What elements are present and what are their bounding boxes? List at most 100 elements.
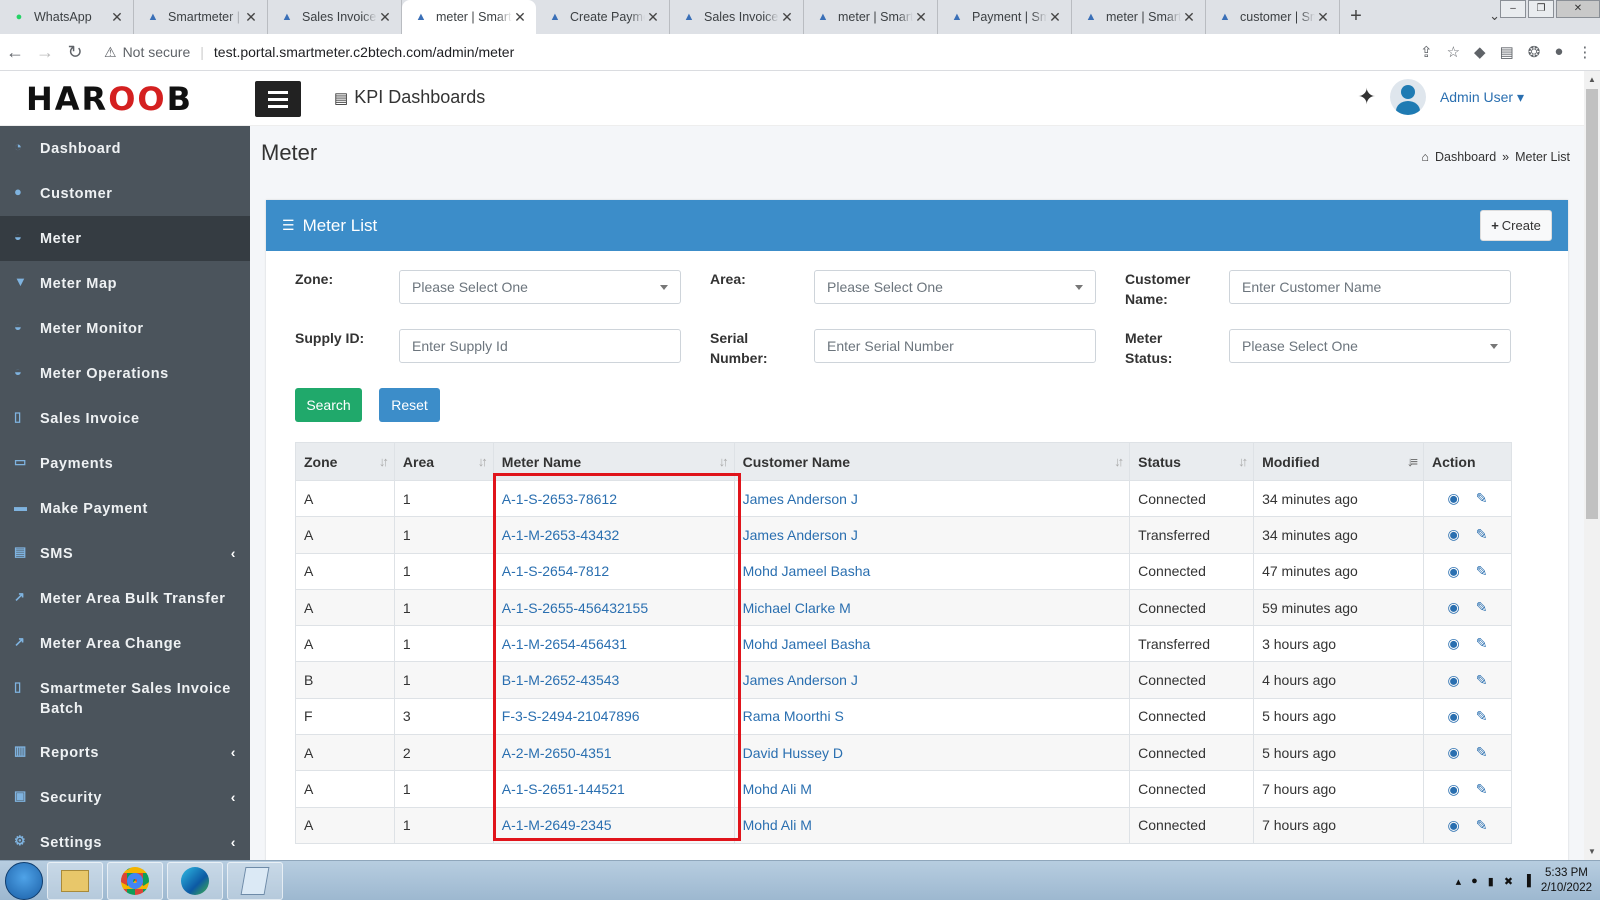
url-text[interactable]: test.portal.smartmeter.c2btech.com/admin… (214, 44, 514, 60)
sidebar-item-reports[interactable]: ▥ Reports ‹ (0, 730, 250, 775)
customer-name-field[interactable] (1229, 270, 1511, 304)
browser-tab[interactable]: ● WhatsApp ✕ (0, 0, 134, 34)
zone-select[interactable]: Please Select One (399, 270, 681, 304)
kpi-dashboards-link[interactable]: ▤ KPI Dashboards (334, 87, 485, 108)
meter-name-link[interactable]: A-1-S-2654-7812 (502, 563, 609, 579)
close-icon[interactable]: ✕ (913, 9, 929, 26)
close-icon[interactable]: ✕ (1181, 9, 1197, 26)
serial-number-field[interactable] (814, 329, 1096, 363)
view-eye-icon[interactable]: ◉ (1448, 526, 1460, 542)
browser-tab[interactable]: ▲ customer | Sm ✕ (1206, 0, 1340, 34)
customer-name-link[interactable]: Mohd Ali M (743, 781, 812, 797)
view-eye-icon[interactable]: ◉ (1448, 672, 1460, 688)
omnibox[interactable]: ⚠ Not secure | test.portal.smartmeter.c2… (104, 38, 1412, 66)
area-select[interactable]: Please Select One (814, 270, 1096, 304)
notepad-icon[interactable] (227, 861, 283, 900)
customer-name-link[interactable]: Mohd Ali M (743, 817, 812, 833)
signal-icon[interactable]: ▐ (1523, 875, 1531, 887)
breadcrumb-dashboard[interactable]: Dashboard (1435, 150, 1496, 164)
close-icon[interactable]: ✕ (1315, 9, 1331, 26)
edit-icon[interactable]: ✎ (1476, 635, 1488, 651)
meter-name-link[interactable]: A-1-S-2655-456432155 (502, 600, 648, 616)
customer-name-link[interactable]: James Anderson J (743, 672, 858, 688)
close-icon[interactable]: ✕ (645, 9, 661, 26)
tray-app-icon[interactable]: ● (1471, 875, 1478, 887)
browser-menu-icon[interactable]: ⋮ (1577, 43, 1592, 61)
customer-name-link[interactable]: Rama Moorthi S (743, 708, 844, 724)
edit-icon[interactable]: ✎ (1476, 817, 1488, 833)
sidebar-item-meter[interactable]: ◒ Meter (0, 216, 250, 261)
col-status[interactable]: Status ↓↑ (1129, 442, 1255, 481)
meter-name-link[interactable]: A-1-S-2651-144521 (502, 781, 625, 797)
browser-tab[interactable]: ▲ Sales Invoice ✕ (670, 0, 804, 34)
new-tab-button[interactable]: + (1340, 0, 1372, 34)
edit-icon[interactable]: ✎ (1476, 781, 1488, 797)
edit-icon[interactable]: ✎ (1476, 490, 1488, 506)
user-menu[interactable]: Admin User ▾ (1440, 89, 1524, 106)
sidebar-item-smartmeter-sales-invoice-batch[interactable]: ▯ Smartmeter Sales Invoice Batch (0, 666, 250, 730)
edit-icon[interactable]: ✎ (1476, 708, 1488, 724)
browser-tab[interactable]: ▲ Sales Invoice ✕ (268, 0, 402, 34)
customer-name-link[interactable]: James Anderson J (743, 491, 858, 507)
edit-icon[interactable]: ✎ (1476, 563, 1488, 579)
view-eye-icon[interactable]: ◉ (1448, 708, 1460, 724)
minimize-button[interactable]: – (1500, 0, 1526, 18)
customer-name-link[interactable]: Michael Clarke M (743, 600, 851, 616)
clipboard-icon[interactable]: ▤ (1500, 43, 1514, 61)
share-icon[interactable]: ⇪ (1420, 43, 1433, 61)
brand-logo[interactable]: HAROOB (26, 80, 193, 118)
close-icon[interactable]: ✕ (512, 9, 528, 26)
edit-icon[interactable]: ✎ (1476, 526, 1488, 542)
browser-tab[interactable]: ▲ meter | Smart ✕ (804, 0, 938, 34)
sidebar-item-dashboard[interactable]: ◔ Dashboard (0, 126, 250, 171)
close-icon[interactable]: ✕ (377, 9, 393, 26)
view-eye-icon[interactable]: ◉ (1448, 781, 1460, 797)
view-eye-icon[interactable]: ◉ (1448, 563, 1460, 579)
edit-icon[interactable]: ✎ (1476, 672, 1488, 688)
sidebar-item-meter-monitor[interactable]: ◒ Meter Monitor (0, 306, 250, 351)
meter-name-link[interactable]: A-1-M-2653-43432 (502, 527, 620, 543)
close-icon[interactable]: ✕ (1047, 9, 1063, 26)
sidebar-item-meter-area-bulk-transfer[interactable]: ↗ Meter Area Bulk Transfer (0, 576, 250, 621)
sidebar-item-payments[interactable]: ▭ Payments (0, 441, 250, 486)
view-eye-icon[interactable]: ◉ (1448, 490, 1460, 506)
scroll-down-icon[interactable]: ▼ (1588, 847, 1596, 856)
puzzle-extensions-icon[interactable]: ❂ (1528, 43, 1541, 61)
customer-name-link[interactable]: Mohd Jameel Basha (743, 563, 871, 579)
profile-icon[interactable]: ● (1554, 43, 1563, 61)
col-customer-name[interactable]: Customer Name ↓↑ (733, 442, 1131, 481)
sidebar-item-sms[interactable]: ▤ SMS ‹ (0, 531, 250, 576)
meter-name-link[interactable]: F-3-S-2494-21047896 (502, 708, 640, 724)
browser-tab[interactable]: ▲ Payment | Sm ✕ (938, 0, 1072, 34)
close-icon[interactable]: ✕ (243, 9, 259, 26)
ticket-icon[interactable]: ✦ (1358, 84, 1376, 110)
close-icon[interactable]: ✕ (779, 9, 795, 26)
meter-name-link[interactable]: A-1-S-2653-78612 (502, 491, 617, 507)
browser-tab[interactable]: ▲ Smartmeter | ✕ (134, 0, 268, 34)
sidebar-toggle-button[interactable] (255, 81, 301, 117)
sidebar-item-security[interactable]: ▣ Security ‹ (0, 775, 250, 820)
meter-name-link[interactable]: A-1-M-2654-456431 (502, 636, 627, 652)
search-button[interactable]: Search (295, 388, 362, 422)
meter-name-link[interactable]: A-1-M-2649-2345 (502, 817, 612, 833)
avatar[interactable] (1389, 79, 1426, 115)
col-meter-name[interactable]: Meter Name ↓↑ (492, 442, 735, 481)
back-icon[interactable]: ← (0, 42, 30, 63)
view-eye-icon[interactable]: ◉ (1448, 635, 1460, 651)
customer-name-link[interactable]: Mohd Jameel Basha (743, 636, 871, 652)
reload-icon[interactable]: ↻ (60, 42, 90, 63)
col-area[interactable]: Area ↓↑ (393, 442, 494, 481)
view-eye-icon[interactable]: ◉ (1448, 817, 1460, 833)
scroll-up-icon[interactable]: ▲ (1588, 75, 1596, 84)
customer-name-link[interactable]: James Anderson J (743, 527, 858, 543)
battery-icon[interactable]: ▮ (1488, 875, 1494, 888)
edit-icon[interactable]: ✎ (1476, 744, 1488, 760)
close-icon[interactable]: ✕ (109, 9, 125, 26)
file-explorer-icon[interactable] (47, 861, 103, 900)
view-eye-icon[interactable]: ◉ (1448, 744, 1460, 760)
create-button[interactable]: + Create (1480, 210, 1552, 241)
close-window-button[interactable]: ✕ (1556, 0, 1600, 18)
forward-icon[interactable]: → (30, 42, 60, 63)
reset-button[interactable]: Reset (379, 388, 440, 422)
restore-button[interactable]: ❐ (1528, 0, 1554, 18)
